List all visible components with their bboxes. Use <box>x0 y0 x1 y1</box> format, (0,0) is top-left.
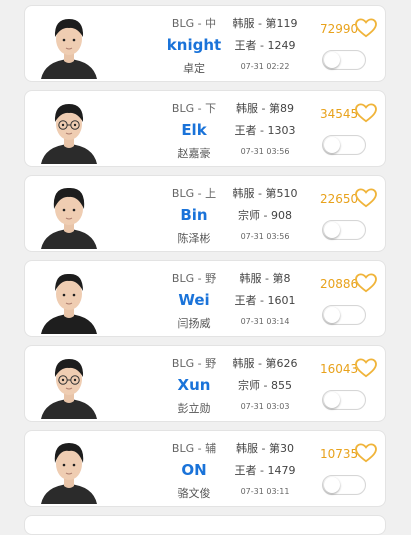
score-value: 16043 <box>320 362 359 376</box>
tier-points: 王者 - 1601 <box>234 294 296 307</box>
follow-toggle[interactable] <box>322 390 366 410</box>
rank-column: 韩服 - 第626 宗师 - 855 07-31 03:03 <box>219 346 311 423</box>
toggle-knob <box>324 52 340 68</box>
server-rank: 韩服 - 第510 <box>232 187 298 200</box>
player-avatar <box>37 9 101 79</box>
player-card[interactable]: BLG - 下 Elk 赵嘉豪 韩服 - 第89 王者 - 1303 07-31… <box>24 90 386 167</box>
rank-column: 韩服 - 第89 王者 - 1303 07-31 03:56 <box>219 91 311 168</box>
player-card[interactable]: BLG - 野 Wei 闫扬威 韩服 - 第8 王者 - 1601 07-31 … <box>24 260 386 337</box>
update-time: 07-31 03:03 <box>240 402 290 411</box>
player-card[interactable]: BLG - 中 knight 卓定 韩服 - 第119 王者 - 1249 07… <box>24 5 386 82</box>
update-time: 07-31 03:14 <box>240 317 290 326</box>
rank-column: 韩服 - 第510 宗师 - 908 07-31 03:56 <box>219 176 311 253</box>
follow-toggle[interactable] <box>322 305 366 325</box>
tier-points: 王者 - 1249 <box>234 39 296 52</box>
player-avatar <box>37 434 101 504</box>
heart-outline-icon[interactable] <box>355 443 377 463</box>
follow-toggle[interactable] <box>322 220 366 240</box>
player-card[interactable]: BLG - 野 Xun 彭立勋 韩服 - 第626 宗师 - 855 07-31… <box>24 345 386 422</box>
player-avatar <box>37 264 101 334</box>
tier-points: 王者 - 1303 <box>234 124 296 137</box>
server-rank: 韩服 - 第30 <box>236 442 294 455</box>
heart-outline-icon[interactable] <box>355 188 377 208</box>
heart-outline-icon[interactable] <box>355 18 377 38</box>
toggle-knob <box>324 392 340 408</box>
heart-outline-icon[interactable] <box>355 103 377 123</box>
toggle-knob <box>324 307 340 323</box>
tier-points: 王者 - 1479 <box>234 464 296 477</box>
player-card[interactable]: BLG - 辅 ON 骆文俊 韩服 - 第30 王者 - 1479 07-31 … <box>24 430 386 507</box>
score-value: 34545 <box>320 107 359 121</box>
score-value: 22650 <box>320 192 359 206</box>
player-avatar <box>37 94 101 164</box>
update-time: 07-31 03:56 <box>240 147 290 156</box>
follow-toggle[interactable] <box>322 50 366 70</box>
toggle-knob <box>324 137 340 153</box>
score-value: 10735 <box>320 447 359 461</box>
player-avatar <box>37 179 101 249</box>
rank-column: 韩服 - 第119 王者 - 1249 07-31 02:22 <box>219 6 311 83</box>
score-value: 20886 <box>320 277 359 291</box>
rank-column: 韩服 - 第8 王者 - 1601 07-31 03:14 <box>219 261 311 338</box>
score-value: 72990 <box>320 22 359 36</box>
server-rank: 韩服 - 第8 <box>239 272 291 285</box>
update-time: 07-31 03:11 <box>240 487 290 496</box>
server-rank: 韩服 - 第119 <box>232 17 298 30</box>
rank-column: 韩服 - 第30 王者 - 1479 07-31 03:11 <box>219 431 311 508</box>
player-list: BLG - 中 knight 卓定 韩服 - 第119 王者 - 1249 07… <box>0 0 411 535</box>
toggle-knob <box>324 477 340 493</box>
follow-toggle[interactable] <box>322 475 366 495</box>
tier-points: 宗师 - 855 <box>238 379 292 392</box>
update-time: 07-31 03:56 <box>240 232 290 241</box>
player-avatar <box>37 349 101 419</box>
update-time: 07-31 02:22 <box>240 62 290 71</box>
heart-outline-icon[interactable] <box>355 273 377 293</box>
server-rank: 韩服 - 第89 <box>236 102 294 115</box>
player-card[interactable]: BLG - 上 Bin 陈泽彬 韩服 - 第510 宗师 - 908 07-31… <box>24 175 386 252</box>
toggle-knob <box>324 222 340 238</box>
follow-toggle[interactable] <box>322 135 366 155</box>
server-rank: 韩服 - 第626 <box>232 357 298 370</box>
tier-points: 宗师 - 908 <box>238 209 292 222</box>
player-card-partial[interactable] <box>24 515 386 535</box>
heart-outline-icon[interactable] <box>355 358 377 378</box>
